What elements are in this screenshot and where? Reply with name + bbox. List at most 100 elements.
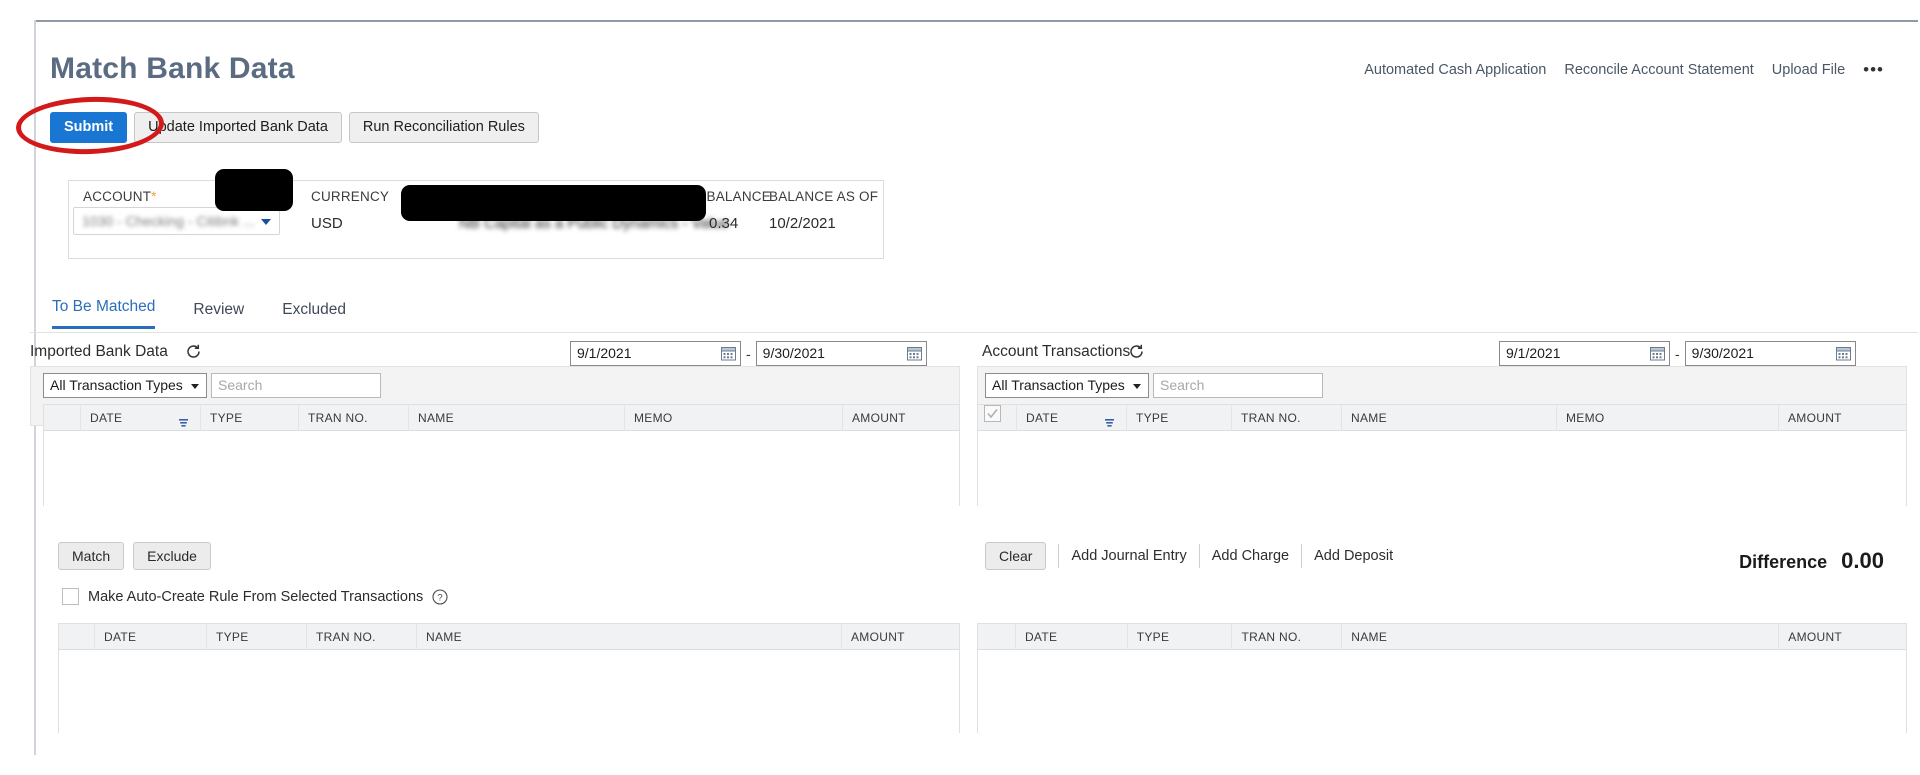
matched-left-table-header: DATE TYPE TRAN NO. NAME AMOUNT: [59, 623, 959, 650]
imported-search-input[interactable]: Search: [211, 373, 381, 398]
add-actions-group: Add Journal Entry Add Charge Add Deposit: [1058, 544, 1405, 568]
th-select-all[interactable]: [978, 404, 1017, 431]
more-options-icon[interactable]: •••: [1863, 60, 1884, 80]
action-toolbar: Submit Update Imported Bank Data Run Rec…: [50, 112, 539, 143]
matched-left-table: DATE TYPE TRAN NO. NAME AMOUNT: [58, 623, 960, 758]
help-icon[interactable]: ?: [432, 588, 448, 605]
th-amount[interactable]: AMOUNT: [1779, 405, 1906, 431]
th-date[interactable]: DATE: [1016, 623, 1128, 650]
th-type[interactable]: TYPE: [1128, 623, 1233, 650]
calendar-icon[interactable]: [1650, 346, 1665, 361]
tab-review[interactable]: Review: [193, 301, 244, 329]
th-date[interactable]: DATE: [81, 404, 201, 431]
account-label: ACCOUNT*: [83, 189, 157, 204]
th-amount[interactable]: AMOUNT: [1779, 624, 1906, 650]
currency-label: CURRENCY: [311, 189, 390, 204]
link-reconcile-account-statement[interactable]: Reconcile Account Statement: [1564, 62, 1753, 78]
matched-right-table-header: DATE TYPE TRAN NO. NAME AMOUNT: [978, 623, 1906, 650]
imported-date-range: 9/1/2021 - 9/30/2021: [570, 341, 927, 366]
calendar-icon[interactable]: [906, 346, 922, 361]
account-transactions-title: Account Transactions: [982, 343, 1131, 360]
th-type[interactable]: TYPE: [207, 623, 307, 650]
link-upload-file[interactable]: Upload File: [1772, 62, 1845, 78]
account-date-to[interactable]: 9/30/2021: [1684, 341, 1856, 366]
match-button[interactable]: Match: [58, 542, 125, 570]
account-select[interactable]: 1030 - Checking - Citibnk ...: [73, 207, 280, 235]
auto-create-rule-label: Make Auto-Create Rule From Selected Tran…: [88, 588, 424, 605]
auto-create-rule-row[interactable]: Make Auto-Create Rule From Selected Tran…: [62, 588, 448, 605]
auto-create-rule-checkbox[interactable]: [62, 588, 79, 605]
imported-date-from[interactable]: 9/1/2021: [570, 341, 741, 366]
th-name[interactable]: NAME: [1342, 623, 1780, 650]
th-name[interactable]: NAME: [417, 623, 842, 650]
matched-right-table: DATE TYPE TRAN NO. NAME AMOUNT: [977, 623, 1907, 758]
account-transactions-table: DATE TYPE TRAN NO. NAME MEMO AMOUNT: [977, 404, 1907, 531]
th-name[interactable]: NAME: [1342, 404, 1557, 431]
tab-excluded[interactable]: Excluded: [282, 301, 346, 329]
page-title: Match Bank Data: [50, 52, 295, 85]
top-divider: [34, 20, 1918, 22]
left-action-buttons: Match Exclude: [58, 542, 211, 570]
refresh-icon-imported-bank-data[interactable]: [185, 343, 202, 360]
th-tran-no[interactable]: TRAN NO.: [307, 623, 417, 650]
account-transaction-type-select[interactable]: All Transaction Types: [985, 373, 1149, 398]
add-journal-entry-button[interactable]: Add Journal Entry: [1059, 544, 1200, 568]
imported-search-placeholder: Search: [218, 377, 263, 393]
th-tran-no[interactable]: TRAN NO.: [299, 404, 409, 431]
account-filters: All Transaction Types Search: [985, 373, 1323, 398]
account-date-range: 9/1/2021 - 9/30/2021: [1499, 341, 1856, 366]
balance-as-of-label: BALANCE AS OF: [769, 189, 879, 204]
update-imported-bank-data-button[interactable]: Update Imported Bank Data: [134, 112, 342, 143]
account-search-placeholder: Search: [1160, 377, 1205, 393]
add-deposit-button[interactable]: Add Deposit: [1302, 544, 1405, 568]
exclude-button[interactable]: Exclude: [133, 542, 211, 570]
th-tran-no[interactable]: TRAN NO.: [1232, 623, 1343, 650]
redaction-block-subsidiary: [401, 185, 706, 221]
th-date[interactable]: DATE: [1017, 404, 1127, 431]
bank-balance-value: 0.34: [709, 215, 739, 232]
sort-icon[interactable]: [1104, 412, 1116, 427]
link-automated-cash-application[interactable]: Automated Cash Application: [1364, 62, 1546, 78]
tab-bar-underline: [30, 332, 1918, 333]
imported-transaction-type-select[interactable]: All Transaction Types: [43, 373, 207, 398]
tab-to-be-matched[interactable]: To Be Matched: [52, 298, 156, 329]
sort-icon[interactable]: [178, 412, 190, 427]
th-spacer: [44, 404, 81, 431]
account-date-from[interactable]: 9/1/2021: [1499, 341, 1670, 366]
right-action-buttons: Clear Add Journal Entry Add Charge Add D…: [985, 542, 1405, 570]
th-spacer: [978, 623, 1016, 650]
th-amount[interactable]: AMOUNT: [843, 405, 959, 431]
imported-filters: All Transaction Types Search: [43, 373, 381, 398]
th-type[interactable]: TYPE: [1127, 404, 1232, 431]
th-memo[interactable]: MEMO: [1557, 404, 1779, 431]
th-tran-no[interactable]: TRAN NO.: [1232, 404, 1342, 431]
app-page: Match Bank Data Automated Cash Applicati…: [0, 0, 1920, 775]
tab-bar: To Be Matched Review Excluded: [52, 298, 346, 329]
submit-button[interactable]: Submit: [50, 112, 128, 143]
chevron-down-icon: [1133, 384, 1141, 389]
redaction-block-account: [215, 169, 293, 211]
th-name[interactable]: NAME: [409, 404, 625, 431]
account-search-input[interactable]: Search: [1153, 373, 1323, 398]
calendar-icon[interactable]: [1835, 346, 1851, 361]
matched-right-table-body: [978, 650, 1906, 758]
th-type[interactable]: TYPE: [201, 404, 299, 431]
required-asterisk: *: [151, 189, 157, 204]
th-date[interactable]: DATE: [95, 623, 207, 650]
clear-button[interactable]: Clear: [985, 542, 1047, 570]
th-amount[interactable]: AMOUNT: [842, 624, 959, 650]
chevron-down-icon: [261, 219, 271, 225]
account-table-body: [978, 431, 1906, 531]
svg-text:?: ?: [438, 592, 443, 603]
balance-as-of-value: 10/2/2021: [769, 215, 836, 232]
imported-bank-data-title: Imported Bank Data: [30, 343, 168, 360]
run-reconciliation-rules-button[interactable]: Run Reconciliation Rules: [348, 112, 539, 143]
imported-bank-data-table: DATE TYPE TRAN NO. NAME MEMO AMOUNT: [43, 404, 960, 531]
add-charge-button[interactable]: Add Charge: [1200, 544, 1303, 568]
calendar-icon[interactable]: [721, 346, 736, 361]
th-memo[interactable]: MEMO: [625, 404, 843, 431]
select-all-checkbox[interactable]: [984, 404, 1001, 422]
imported-table-body: [44, 431, 959, 531]
imported-date-to[interactable]: 9/30/2021: [755, 341, 927, 366]
refresh-icon-account-transactions[interactable]: [1128, 343, 1145, 360]
